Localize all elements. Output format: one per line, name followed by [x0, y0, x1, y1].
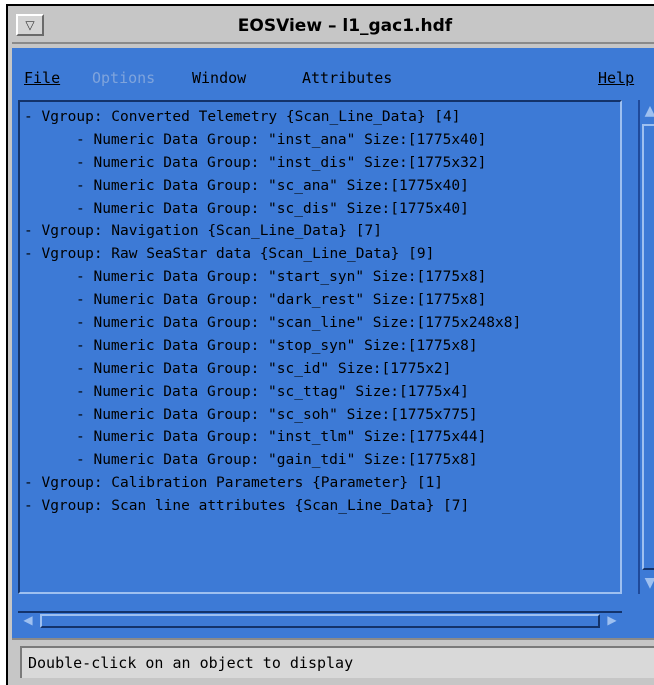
horizontal-scrollbar[interactable]: ◀ ▶: [18, 611, 622, 629]
status-bar: Double-click on an object to display: [12, 638, 654, 685]
menu-help[interactable]: Help: [598, 69, 634, 87]
tree-item-data-group[interactable]: - Numeric Data Group: "stop_syn" Size:[1…: [24, 335, 620, 358]
title-bar[interactable]: ▽ EOSView – l1_gac1.hdf: [12, 10, 654, 44]
tree-item-data-group[interactable]: - Numeric Data Group: "dark_rest" Size:[…: [24, 289, 620, 312]
tree-item-data-group[interactable]: - Numeric Data Group: "sc_soh" Size:[177…: [24, 404, 620, 427]
vertical-scrollbar[interactable]: ▲ ▼: [638, 100, 654, 594]
app-window: ▽ EOSView – l1_gac1.hdf File Options Win…: [6, 4, 654, 685]
object-tree-list[interactable]: - Vgroup: Converted Telemetry {Scan_Line…: [18, 100, 622, 594]
window-title: EOSView – l1_gac1.hdf: [237, 16, 453, 36]
tree-item-vgroup[interactable]: - Vgroup: Raw SeaStar data {Scan_Line_Da…: [24, 243, 620, 266]
tree-item-vgroup[interactable]: - Vgroup: Calibration Parameters {Parame…: [24, 472, 620, 495]
menu-label: File: [24, 69, 61, 87]
menu-window[interactable]: Window: [192, 69, 246, 87]
tree-item-data-group[interactable]: - Numeric Data Group: "gain_tdi" Size:[1…: [24, 449, 620, 472]
tree-item-vgroup[interactable]: - Vgroup: Converted Telemetry {Scan_Line…: [24, 106, 620, 129]
tree-item-data-group[interactable]: - Numeric Data Group: "sc_ttag" Size:[17…: [24, 381, 620, 404]
scroll-down-arrow-icon[interactable]: ▼: [640, 572, 654, 594]
tree-item-data-group[interactable]: - Numeric Data Group: "inst_ana" Size:[1…: [24, 129, 620, 152]
status-message: Double-click on an object to display: [20, 646, 654, 678]
tree-item-data-group[interactable]: - Numeric Data Group: "scan_line" Size:[…: [24, 312, 620, 335]
tree-item-data-group[interactable]: - Numeric Data Group: "sc_id" Size:[1775…: [24, 358, 620, 381]
scroll-up-arrow-icon[interactable]: ▲: [640, 100, 654, 122]
scroll-right-arrow-icon[interactable]: ▶: [602, 611, 622, 629]
client-area: File Options Window Attributes Help - Vg…: [12, 48, 654, 685]
horizontal-scroll-thumb[interactable]: [40, 614, 600, 628]
tree-item-data-group[interactable]: - Numeric Data Group: "start_syn" Size:[…: [24, 266, 620, 289]
tree-item-data-group[interactable]: - Numeric Data Group: "sc_dis" Size:[177…: [24, 198, 620, 221]
menu-label: Options: [92, 69, 156, 87]
menu-label: Attributes: [302, 69, 393, 87]
menu-options: Options: [92, 69, 155, 87]
window-menu-button[interactable]: ▽: [16, 14, 44, 36]
tree-item-data-group[interactable]: - Numeric Data Group: "sc_ana" Size:[177…: [24, 175, 620, 198]
menu-bar: File Options Window Attributes Help: [12, 48, 654, 98]
tree-rows: - Vgroup: Converted Telemetry {Scan_Line…: [24, 106, 620, 518]
tree-item-vgroup[interactable]: - Vgroup: Navigation {Scan_Line_Data} [7…: [24, 220, 620, 243]
vertical-scroll-thumb[interactable]: [642, 124, 654, 570]
menu-label: Help: [598, 69, 635, 87]
triangle-down-icon: ▽: [25, 18, 35, 32]
tree-item-data-group[interactable]: - Numeric Data Group: "inst_tlm" Size:[1…: [24, 426, 620, 449]
menu-label: Window: [192, 69, 247, 87]
menu-attributes[interactable]: Attributes: [302, 69, 392, 87]
menu-file[interactable]: File: [24, 69, 60, 87]
tree-item-data-group[interactable]: - Numeric Data Group: "inst_dis" Size:[1…: [24, 152, 620, 175]
scroll-left-arrow-icon[interactable]: ◀: [18, 611, 38, 629]
tree-item-vgroup[interactable]: - Vgroup: Scan line attributes {Scan_Lin…: [24, 495, 620, 518]
